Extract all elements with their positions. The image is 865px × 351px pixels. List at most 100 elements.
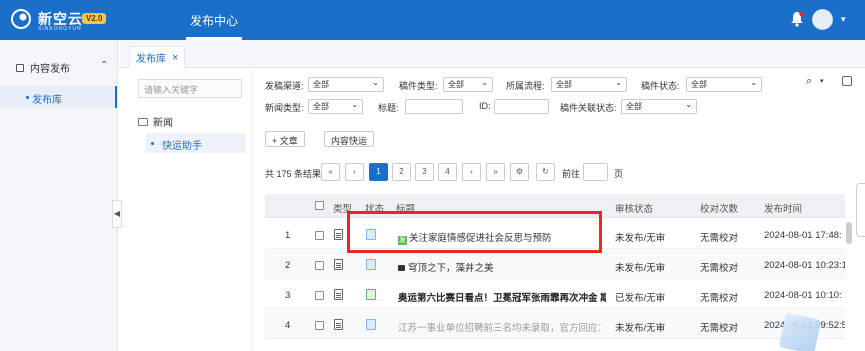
manuscript-type-value: 全部	[448, 80, 464, 89]
row-checkbox[interactable]	[315, 261, 324, 270]
row-index: 3	[285, 290, 291, 301]
page-button-1[interactable]: 1	[369, 163, 388, 181]
row-title[interactable]: 穹顶之下，藻井之美	[398, 260, 598, 274]
row-title[interactable]: 奥运第六比赛日看点！卫冕冠军张雨霏再次冲金 期...	[398, 290, 606, 304]
version-badge: V2.0	[82, 13, 107, 24]
id-label: ID:	[479, 101, 491, 111]
tab-publish-library[interactable]: 发布库 ×	[129, 46, 186, 68]
page-button-4[interactable]: 4	[438, 163, 457, 181]
page-button-2[interactable]: 2	[392, 163, 411, 181]
row-review-status: 未发布/无审	[615, 233, 666, 244]
link-status-select[interactable]: 全部 ⌄	[621, 99, 697, 114]
row-proof-count: 无需校对	[700, 293, 739, 304]
chevron-down-icon: ⌄	[685, 100, 692, 109]
chevron-up-icon[interactable]: ⌃	[100, 60, 108, 71]
first-page-button[interactable]: «	[321, 163, 340, 181]
row-title[interactable]: 江苏一事业单位招聘前三名均未录取，官方回应：...	[398, 320, 606, 334]
status-icon	[366, 319, 376, 330]
row-publish-time: 2024-08-01 17:48:	[764, 230, 842, 241]
row-checkbox[interactable]	[315, 231, 324, 240]
folder-icon	[138, 117, 148, 126]
lock-icon	[398, 265, 405, 271]
tree-node-news[interactable]: 新闻	[138, 114, 173, 129]
floating-assistant-icon[interactable]	[778, 312, 822, 351]
row-checkbox[interactable]	[315, 321, 324, 330]
row-review-status: 未发布/无审	[615, 323, 666, 334]
published-status-icon	[366, 289, 376, 300]
next-page-button[interactable]: ›	[462, 163, 481, 181]
sidebar-item-publish-library[interactable]: 发布库	[0, 86, 117, 108]
collapse-sidebar-button[interactable]: ◀	[112, 200, 122, 228]
settings-gear-icon[interactable]: ⚙	[510, 163, 529, 181]
table-scrollbar[interactable]	[846, 222, 852, 244]
last-page-button[interactable]: »	[486, 163, 505, 181]
row-index: 1	[285, 230, 291, 241]
caret-down-icon[interactable]: ▾	[820, 77, 824, 85]
row-index: 2	[285, 260, 291, 271]
chevron-down-icon: ⌄	[372, 78, 379, 87]
chevron-down-icon[interactable]: ▾	[841, 14, 846, 25]
channel-select[interactable]: 全部 ⌄	[308, 77, 384, 92]
article-type-icon	[334, 229, 343, 240]
status-icon	[366, 259, 376, 270]
bullet-icon	[151, 142, 154, 145]
manuscript-type-select[interactable]: 全部 ⌄	[443, 77, 493, 92]
goto-label: 前往	[562, 169, 581, 179]
article-type-icon	[334, 259, 343, 270]
title-input[interactable]	[405, 99, 463, 114]
news-type-select[interactable]: 全部 ⌄	[308, 99, 363, 114]
header-review-status: 审核状态	[615, 204, 654, 215]
table-row[interactable]: 2 穹顶之下，藻井之美 未发布/无审 无需校对 2024-08-01 10:23…	[265, 250, 845, 279]
sidebar-group-content-publish[interactable]: 内容发布	[16, 60, 70, 75]
refresh-icon[interactable]: ↻	[536, 163, 555, 181]
row-title-text: 穹顶之下，藻井之美	[408, 263, 494, 274]
top-bar: 新空云 XINKONGYUN V2.0 发布中心 ▾	[0, 0, 865, 40]
total-count: 共 175 条结果	[265, 169, 322, 179]
sidebar: 内容发布 ⌃ 发布库	[0, 40, 118, 351]
tree-search-input[interactable]: 请输入关键字	[138, 79, 242, 98]
tree-node-kuaiyun[interactable]: 快运助手	[146, 133, 246, 153]
goto-page-input[interactable]	[583, 163, 608, 181]
id-input[interactable]	[494, 99, 549, 114]
title-label: 标题:	[378, 103, 399, 113]
row-publish-time: 2024-08-01 10:10:	[764, 290, 842, 301]
new-article-button[interactable]: + 文章	[265, 131, 305, 147]
brand-subtitle: XINKONGYUN	[38, 26, 82, 32]
manuscript-status-value: 全部	[691, 80, 707, 89]
channel-label: 发稿渠道:	[265, 81, 304, 91]
chevron-down-icon: ⌄	[481, 78, 488, 87]
select-all-checkbox[interactable]	[315, 201, 324, 210]
header-publish-time: 发布时间	[764, 204, 803, 215]
content-check-label: 内容快运	[331, 136, 368, 146]
manuscript-status-select[interactable]: 全部 ⌄	[686, 77, 762, 92]
link-status-value: 全部	[626, 102, 642, 111]
avatar[interactable]	[812, 9, 833, 30]
chevron-down-icon: ⌄	[750, 78, 757, 87]
row-checkbox[interactable]	[315, 291, 324, 300]
new-article-label: 文章	[279, 136, 298, 146]
page-button-3[interactable]: 3	[415, 163, 434, 181]
article-type-icon	[334, 319, 343, 330]
content-check-button[interactable]: 内容快运	[324, 131, 375, 147]
row-proof-count: 无需校对	[700, 323, 739, 334]
flow-select[interactable]: 全部 ⌄	[551, 77, 627, 92]
tree-child-label: 快运助手	[162, 141, 202, 152]
right-side-panel-tab[interactable]	[856, 183, 865, 237]
search-icon[interactable]: ⌕	[806, 75, 812, 88]
page-unit-label: 页	[614, 169, 624, 179]
nav-publish-center[interactable]: 发布中心	[190, 12, 238, 29]
prev-page-button[interactable]: ‹	[345, 163, 364, 181]
plus-icon: +	[272, 136, 278, 146]
table-row[interactable]: 4 江苏一事业单位招聘前三名均未录取，官方回应：... 未发布/无审 无需校对 …	[265, 310, 845, 339]
table-row[interactable]: 3 奥运第六比赛日看点！卫冕冠军张雨霏再次冲金 期... 已发布/无审 无需校对…	[265, 280, 845, 309]
tree-node-label: 新闻	[153, 118, 173, 129]
sidebar-group-label: 内容发布	[30, 64, 70, 75]
manuscript-status-label: 稿件状态:	[641, 81, 680, 91]
close-icon[interactable]: ×	[172, 52, 178, 64]
tab-label: 发布库	[136, 54, 166, 65]
bell-icon[interactable]	[790, 11, 804, 27]
annotation-highlight-box	[347, 211, 602, 253]
news-type-value: 全部	[313, 102, 329, 111]
lock-icon[interactable]	[842, 76, 852, 86]
link-status-label: 稿件关联状态:	[560, 103, 617, 113]
